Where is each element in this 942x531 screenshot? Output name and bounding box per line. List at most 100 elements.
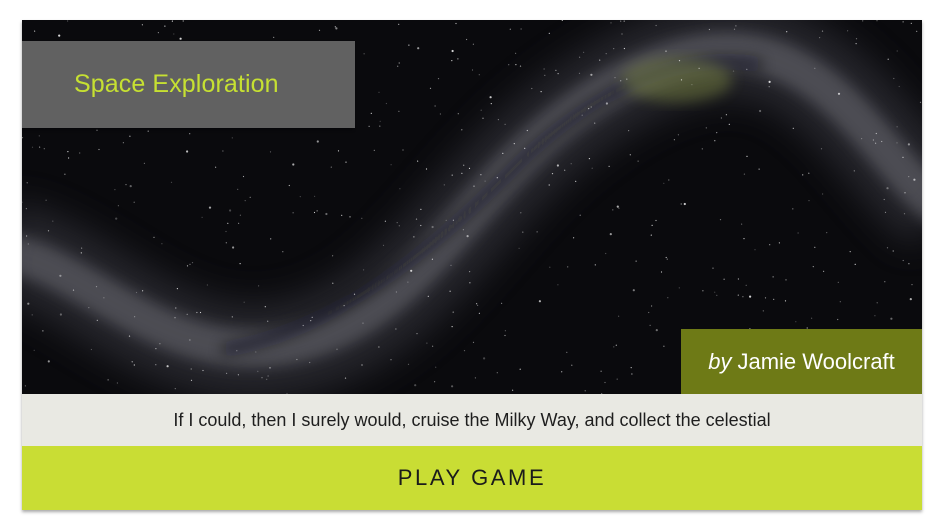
star bbox=[314, 195, 316, 197]
star bbox=[590, 73, 593, 76]
star bbox=[665, 50, 667, 52]
star bbox=[318, 29, 321, 31]
star bbox=[480, 109, 482, 111]
star bbox=[508, 64, 510, 66]
star bbox=[24, 385, 26, 387]
star bbox=[746, 68, 748, 70]
star bbox=[133, 201, 135, 203]
star bbox=[732, 70, 735, 72]
star bbox=[584, 390, 586, 392]
star bbox=[141, 24, 143, 26]
star bbox=[226, 372, 228, 374]
star bbox=[496, 372, 498, 374]
star bbox=[588, 108, 590, 110]
star bbox=[414, 384, 417, 387]
star bbox=[96, 129, 98, 131]
star bbox=[737, 278, 740, 280]
star bbox=[556, 164, 560, 167]
star bbox=[594, 122, 596, 124]
star bbox=[531, 87, 533, 90]
star bbox=[269, 367, 271, 369]
star bbox=[482, 117, 484, 119]
star bbox=[802, 174, 804, 176]
star bbox=[754, 249, 756, 251]
star bbox=[522, 231, 524, 233]
star bbox=[837, 318, 839, 321]
description-text: If I could, then I surely would, cruise … bbox=[173, 409, 771, 430]
star bbox=[551, 173, 554, 175]
star bbox=[714, 140, 716, 142]
star bbox=[478, 312, 480, 314]
star bbox=[379, 120, 381, 122]
star bbox=[612, 209, 614, 211]
star bbox=[242, 175, 245, 178]
star bbox=[27, 302, 30, 305]
star bbox=[31, 146, 34, 148]
star bbox=[814, 67, 816, 69]
star bbox=[370, 112, 372, 114]
star bbox=[171, 20, 173, 22]
author-banner: by Jamie Woolcraft bbox=[681, 329, 922, 394]
star bbox=[548, 32, 550, 34]
star bbox=[668, 179, 670, 181]
star bbox=[153, 236, 155, 238]
star bbox=[451, 326, 453, 328]
star bbox=[390, 359, 392, 361]
star bbox=[544, 74, 546, 76]
star bbox=[573, 237, 575, 239]
star bbox=[31, 314, 33, 316]
star bbox=[361, 364, 363, 366]
star bbox=[518, 247, 520, 249]
star bbox=[114, 189, 116, 191]
star bbox=[131, 361, 133, 363]
star bbox=[666, 258, 668, 260]
star bbox=[741, 223, 743, 225]
star bbox=[264, 306, 266, 308]
star bbox=[861, 138, 863, 140]
star bbox=[72, 289, 75, 291]
star bbox=[398, 225, 400, 227]
star bbox=[526, 129, 528, 132]
star bbox=[513, 143, 515, 145]
star bbox=[883, 198, 885, 201]
star bbox=[292, 212, 294, 214]
star bbox=[363, 269, 365, 271]
star bbox=[455, 22, 457, 25]
star bbox=[678, 60, 681, 62]
star bbox=[575, 180, 577, 182]
star bbox=[267, 375, 269, 377]
star bbox=[59, 274, 62, 277]
star bbox=[520, 212, 522, 214]
star bbox=[115, 217, 118, 220]
star bbox=[420, 208, 422, 210]
star bbox=[435, 366, 437, 368]
star bbox=[258, 285, 260, 287]
star bbox=[117, 205, 119, 207]
star bbox=[902, 21, 904, 23]
star bbox=[737, 294, 739, 296]
star bbox=[663, 182, 665, 184]
star bbox=[249, 196, 251, 198]
star bbox=[903, 213, 906, 215]
star bbox=[768, 80, 771, 83]
star bbox=[588, 158, 591, 160]
star bbox=[811, 317, 813, 319]
star bbox=[902, 259, 904, 262]
star bbox=[466, 235, 469, 238]
star bbox=[362, 322, 364, 324]
star bbox=[166, 365, 169, 368]
star bbox=[660, 271, 663, 273]
star bbox=[468, 167, 471, 169]
play-game-button[interactable]: PLAY GAME bbox=[22, 446, 922, 510]
star bbox=[892, 250, 894, 252]
star bbox=[164, 25, 166, 27]
star bbox=[632, 289, 635, 292]
star bbox=[231, 316, 233, 318]
star bbox=[489, 96, 492, 99]
star bbox=[472, 43, 474, 45]
star bbox=[59, 313, 63, 316]
star bbox=[483, 357, 486, 360]
star bbox=[398, 62, 400, 64]
star bbox=[855, 38, 858, 40]
star bbox=[64, 173, 66, 175]
